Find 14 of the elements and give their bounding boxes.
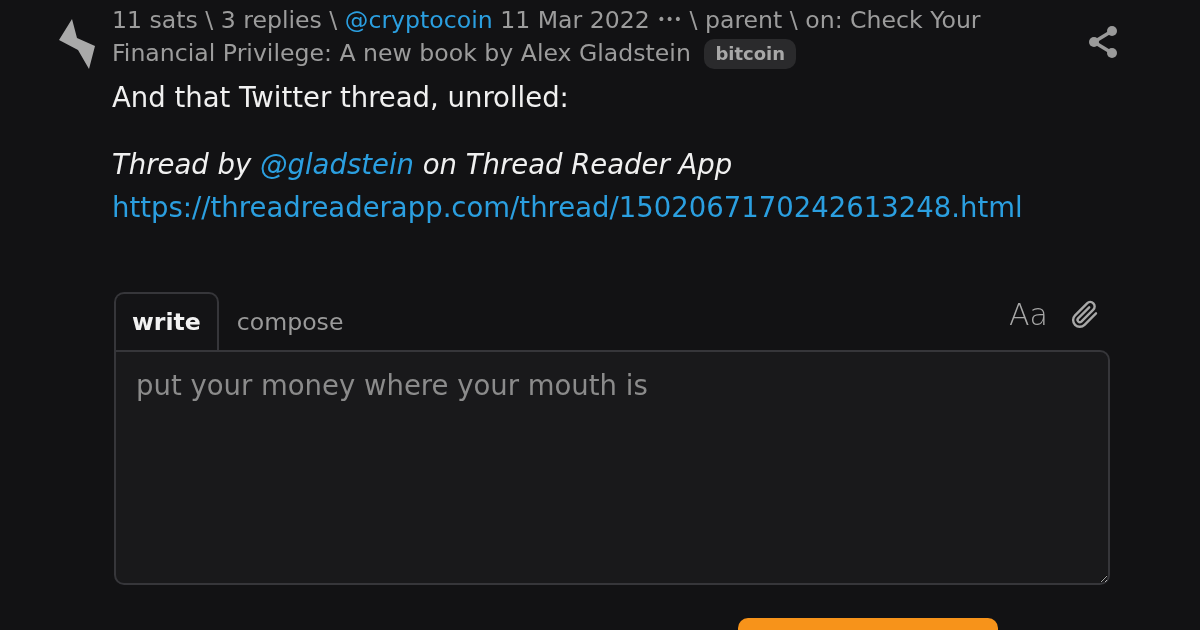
reply-textarea[interactable]: put your money where your mouth is [114,350,1110,585]
tag-badge[interactable]: bitcoin [704,39,797,69]
share-icon[interactable] [1088,26,1118,58]
text-format-button[interactable]: Aa [1009,300,1048,330]
author-link[interactable]: @cryptocoin [344,6,493,34]
editor-tab[interactable]: write [114,292,219,350]
editor-tab[interactable]: compose [218,292,362,350]
thread-credit: Thread by @gladstein on Thread Reader App [112,147,734,182]
comment-text: And that Twitter thread, unrolled: [112,80,570,115]
lightning-icon[interactable] [58,18,96,70]
handle-link[interactable]: @gladstein [260,148,414,180]
thread-url-link[interactable]: https://threadreaderapp.com/thread/1502067170242613248.html [112,191,1023,223]
item-meta: 11 sats \ 3 replies \ @cryptocoin 11 Mar 2022 ••• \ parent \ on: Check Your Financial Privilege: A new book by Alex Gladstein bitcoin [112,5,982,70]
more-button[interactable]: ••• [657,12,682,26]
